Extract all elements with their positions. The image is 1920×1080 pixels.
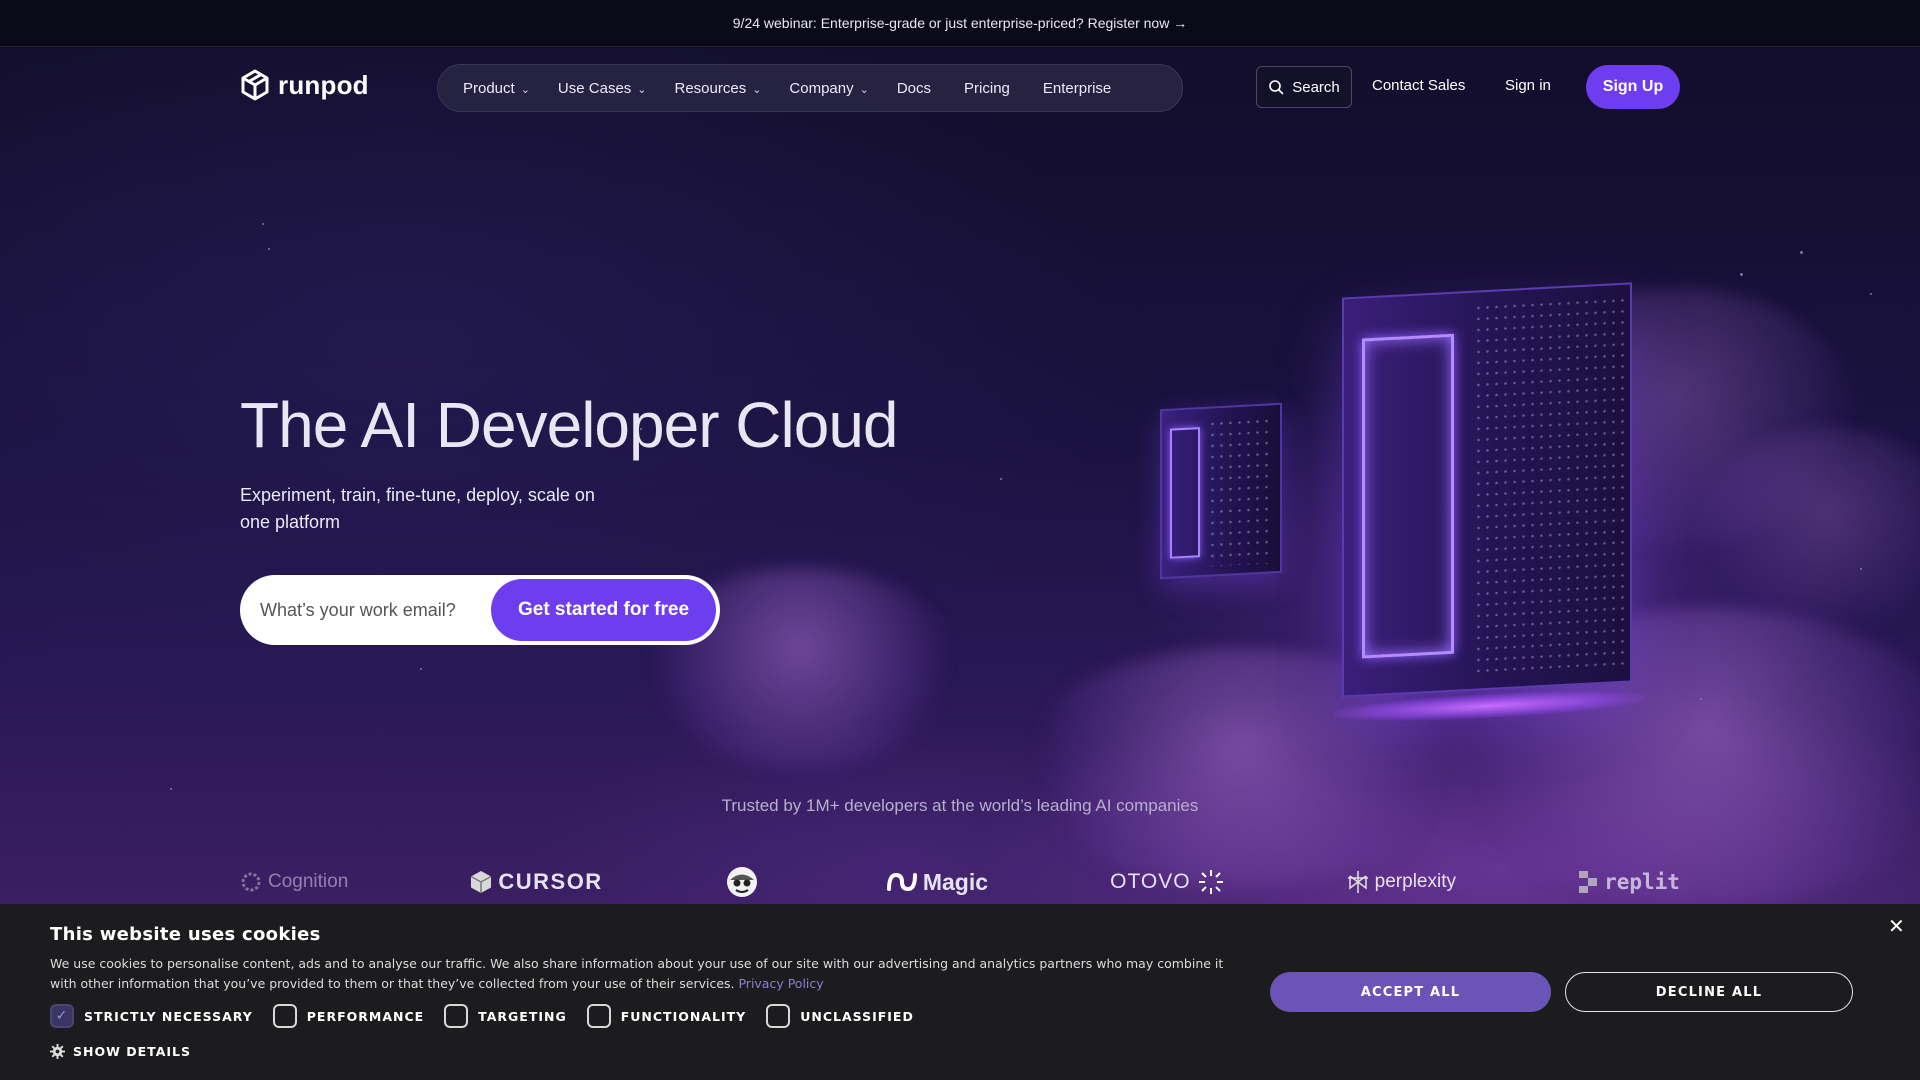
announcement-link[interactable]: 9/24 webinar: Enterprise-grade or just e… bbox=[733, 15, 1187, 31]
search-label: Search bbox=[1292, 78, 1340, 96]
hero-subtitle: Experiment, train, fine-tune, deploy, sc… bbox=[240, 485, 595, 532]
checkbox-label: PERFORMANCE bbox=[306, 1008, 425, 1024]
sign-up-button[interactable]: Sign Up bbox=[1586, 65, 1680, 109]
server-illustration-large bbox=[1334, 282, 1644, 727]
replit-logo: replit bbox=[1578, 870, 1680, 894]
announcement-bar: 9/24 webinar: Enterprise-grade or just e… bbox=[0, 0, 1920, 47]
nav-label: Docs bbox=[896, 79, 932, 97]
customer-logos: Cognition CURSOR Magic OTOVO perplexity … bbox=[240, 862, 1680, 902]
cognition-logo: Cognition bbox=[240, 871, 348, 893]
cookie-description: We use cookies to personalise content, a… bbox=[50, 954, 1225, 994]
checkbox-box bbox=[586, 1004, 611, 1028]
logo-text: CURSOR bbox=[498, 869, 603, 894]
chevron-down-icon: ⌄ bbox=[637, 83, 647, 96]
nav-use-cases[interactable]: Use Cases ⌄ bbox=[558, 80, 647, 97]
cookie-banner: This website uses cookies We use cookies… bbox=[0, 904, 1920, 1080]
logo-text: Magic bbox=[922, 868, 989, 895]
accept-all-button[interactable]: ACCEPT ALL bbox=[1270, 972, 1551, 1012]
nav-pricing[interactable]: Pricing bbox=[964, 80, 1010, 97]
close-icon[interactable]: ✕ bbox=[1888, 914, 1905, 938]
show-details-toggle[interactable]: SHOW DETAILS bbox=[50, 1044, 191, 1059]
checkbox-label: UNCLASSIFIED bbox=[800, 1008, 914, 1024]
runpod-cube-icon bbox=[241, 69, 269, 101]
logo-text: OTOVO bbox=[1110, 870, 1191, 893]
cookie-title: This website uses cookies bbox=[50, 924, 321, 945]
checkbox-functionality[interactable]: FUNCTIONALITY bbox=[586, 1004, 747, 1028]
nav-product[interactable]: Product ⌄ bbox=[463, 80, 530, 97]
nav-label: Pricing bbox=[964, 79, 1010, 97]
mascot-logo bbox=[725, 865, 765, 899]
checkbox-box bbox=[444, 1004, 469, 1028]
checkmark-icon: ✓ bbox=[50, 1004, 74, 1028]
search-button[interactable]: Search bbox=[1256, 66, 1352, 108]
hero-background bbox=[0, 48, 1920, 904]
sign-in-link[interactable]: Sign in bbox=[1505, 77, 1551, 94]
cookie-categories: ✓ STRICTLY NECESSARY PERFORMANCE TARGETI… bbox=[50, 1004, 934, 1028]
contact-sales-link[interactable]: Contact Sales bbox=[1372, 77, 1465, 94]
search-icon bbox=[1269, 80, 1284, 95]
checkbox-label: STRICTLY NECESSARY bbox=[84, 1008, 253, 1024]
replit-mark-icon bbox=[1579, 871, 1598, 893]
nav-docs[interactable]: Docs bbox=[897, 80, 931, 97]
nav-label: Product bbox=[463, 79, 515, 97]
nav-label: Resources bbox=[674, 79, 747, 97]
gear-icon bbox=[50, 1044, 65, 1059]
nav-label: Enterprise bbox=[1042, 79, 1112, 97]
chevron-down-icon: ⌄ bbox=[520, 83, 530, 96]
brand-name: runpod bbox=[278, 69, 369, 100]
checkbox-label: TARGETING bbox=[478, 1008, 567, 1024]
checkbox-unclassified[interactable]: UNCLASSIFIED bbox=[766, 1004, 914, 1028]
sun-burst-icon bbox=[1198, 870, 1223, 894]
nav-company[interactable]: Company ⌄ bbox=[789, 80, 868, 97]
runpod-logo[interactable]: runpod bbox=[240, 68, 369, 102]
hero-title: The AI Developer Cloud bbox=[240, 389, 898, 461]
magic-wave-icon bbox=[886, 872, 917, 892]
signup-form: Get started for free bbox=[240, 575, 720, 645]
logo-text: Cognition bbox=[268, 871, 349, 892]
magic-logo: Magic bbox=[886, 868, 989, 896]
cursor-cube-icon bbox=[470, 871, 492, 893]
chevron-down-icon: ⌄ bbox=[752, 83, 762, 96]
checkbox-strictly-necessary[interactable]: ✓ STRICTLY NECESSARY bbox=[50, 1004, 253, 1028]
nav-enterprise[interactable]: Enterprise bbox=[1043, 80, 1111, 97]
perplexity-logo: perplexity bbox=[1347, 870, 1456, 894]
privacy-policy-link[interactable]: Privacy Policy bbox=[738, 976, 823, 991]
checkbox-box bbox=[272, 1004, 297, 1028]
cognition-mark-icon bbox=[241, 872, 261, 892]
logo-text: perplexity bbox=[1374, 871, 1456, 892]
email-input[interactable] bbox=[260, 599, 490, 621]
get-started-button[interactable]: Get started for free bbox=[491, 579, 716, 641]
nav-label: Use Cases bbox=[557, 79, 632, 97]
server-illustration-small bbox=[1160, 402, 1282, 580]
checkbox-box bbox=[766, 1004, 791, 1028]
decline-all-button[interactable]: DECLINE ALL bbox=[1565, 972, 1853, 1012]
perplexity-mark-icon bbox=[1347, 871, 1368, 893]
logo-text: replit bbox=[1604, 870, 1680, 894]
cookie-text: We use cookies to personalise content, a… bbox=[50, 956, 1224, 991]
trusted-by-text: Trusted by 1M+ developers at the world’s… bbox=[721, 796, 1199, 815]
checkbox-label: FUNCTIONALITY bbox=[620, 1008, 747, 1024]
main-nav: Product ⌄ Use Cases ⌄ Resources ⌄ Compan… bbox=[437, 64, 1183, 112]
show-details-label: SHOW DETAILS bbox=[73, 1044, 191, 1059]
chevron-down-icon: ⌄ bbox=[859, 83, 869, 96]
nav-resources[interactable]: Resources ⌄ bbox=[675, 80, 762, 97]
nav-label: Company bbox=[789, 79, 854, 97]
checkbox-performance[interactable]: PERFORMANCE bbox=[272, 1004, 425, 1028]
cursor-logo: CURSOR bbox=[470, 869, 602, 895]
checkbox-targeting[interactable]: TARGETING bbox=[444, 1004, 567, 1028]
otovo-logo: OTOVO bbox=[1110, 868, 1224, 896]
mascot-face-icon bbox=[726, 867, 757, 897]
